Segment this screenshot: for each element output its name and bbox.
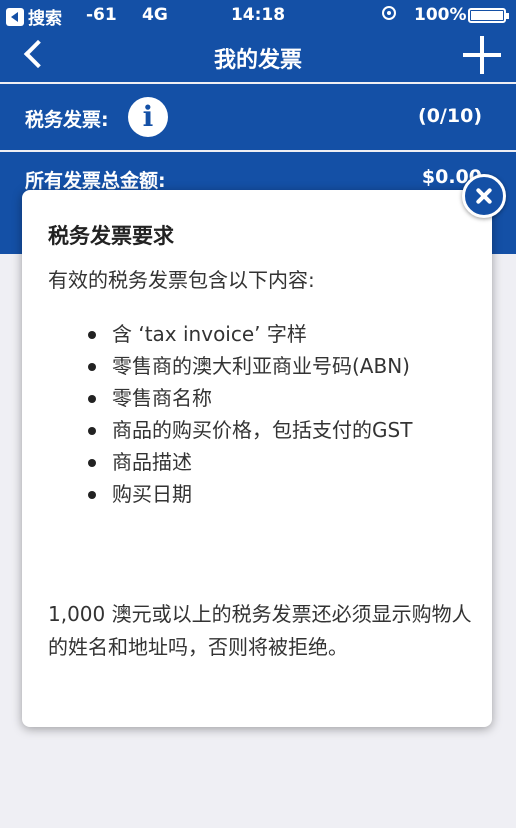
dialog-title: 税务发票要求: [48, 224, 174, 248]
navigation-bar: 我的发票: [0, 30, 516, 82]
list-item: 商品的购买价格，包括支付的GST: [48, 414, 468, 446]
tax-invoice-requirements-dialog: 税务发票要求 有效的税务发票包含以下内容: 含 ‘tax invoice’ 字样…: [22, 190, 492, 727]
close-icon[interactable]: [462, 174, 506, 218]
dialog-intro: 有效的税务发票包含以下内容:: [48, 268, 315, 292]
requirements-list: 含 ‘tax invoice’ 字样 零售商的澳大利亚商业号码(ABN) 零售商…: [48, 318, 468, 510]
status-bar: 搜索 -61 4G 14:18 100%: [0, 0, 516, 30]
tax-invoice-row: 税务发票: i (0/10): [0, 84, 516, 150]
total-amount-label: 所有发票总金额:: [25, 170, 166, 192]
page-title: 我的发票: [213, 48, 302, 73]
tax-invoice-label: 税务发票:: [25, 109, 109, 131]
list-item: 购买日期: [48, 478, 468, 510]
battery-percentage: 100%: [414, 5, 467, 25]
list-item: 零售商名称: [48, 382, 468, 414]
rotation-lock-icon: [382, 6, 396, 20]
battery-icon: [468, 8, 509, 23]
tax-invoice-count: (0/10): [418, 105, 482, 127]
dialog-note: 1,000 澳元或以上的税务发票还必须显示购物人的姓名和地址吗，否则将被拒绝。: [48, 602, 472, 659]
list-item: 含 ‘tax invoice’ 字样: [48, 318, 468, 350]
list-item: 商品描述: [48, 446, 468, 478]
info-icon[interactable]: i: [128, 97, 168, 137]
plus-icon[interactable]: [463, 36, 501, 74]
list-item: 零售商的澳大利亚商业号码(ABN): [48, 350, 468, 382]
